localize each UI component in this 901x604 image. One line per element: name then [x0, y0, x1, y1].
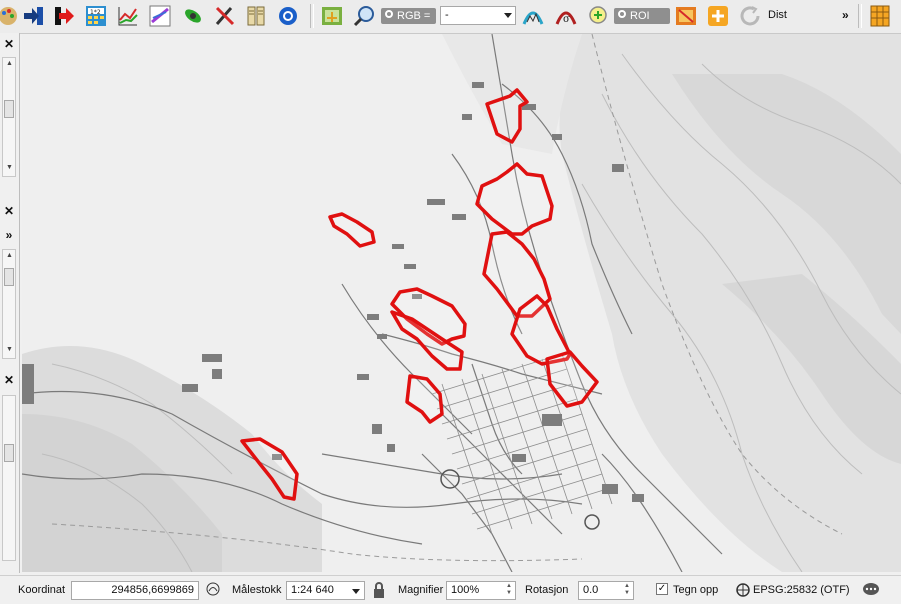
panel-scrollbar[interactable]: ▲ ▼ [2, 57, 16, 177]
chevron-down-icon [352, 589, 360, 594]
message-icon[interactable] [862, 581, 880, 600]
exit-icon[interactable] [52, 4, 76, 28]
coordinate-label: Koordinat [18, 584, 66, 596]
lock-icon[interactable] [372, 581, 386, 602]
zoom-icon[interactable] [352, 4, 376, 28]
rgb-band-select[interactable]: - [440, 6, 516, 25]
move-right-icon[interactable] [22, 4, 46, 28]
panel-scrollbar[interactable] [2, 395, 16, 561]
book-icon[interactable] [244, 4, 268, 28]
rgb-label: RGB = [381, 8, 436, 24]
toolbar-overflow-button[interactable]: » [842, 8, 849, 22]
settings-ring-icon[interactable] [276, 4, 300, 28]
svg-text:σ: σ [563, 14, 570, 25]
mouse-pointer-icon[interactable] [205, 581, 221, 602]
scatter-plot-icon[interactable] [148, 4, 172, 28]
roi-label: ROI [614, 8, 670, 24]
band-combination-icon[interactable] [674, 4, 698, 28]
add-icon[interactable] [706, 4, 730, 28]
panel-scrollbar[interactable]: ▲ ▼ [2, 249, 16, 359]
rotation-spinbox[interactable]: 0.0 ▲ ▼ [578, 581, 634, 600]
magnifier-spinbox[interactable]: 100% ▲ ▼ [446, 581, 516, 600]
spectral-profile-icon[interactable] [521, 4, 545, 28]
refresh-icon[interactable] [738, 4, 762, 28]
paint-palette-icon[interactable] [0, 4, 20, 28]
chevron-down-icon [504, 13, 512, 18]
map-svg[interactable] [22, 34, 901, 572]
magnifier-add-icon[interactable] [586, 4, 610, 28]
table-icon[interactable] [868, 4, 892, 28]
render-label: Tegn opp [673, 584, 719, 596]
signature-icon[interactable]: σ [554, 4, 578, 28]
spinbox-arrows-icon[interactable]: ▲ ▼ [622, 583, 632, 598]
dist-label[interactable]: Dist [768, 9, 787, 21]
expand-panel-button[interactable]: » [2, 228, 16, 242]
svg-text:1*2: 1*2 [90, 9, 101, 16]
graph-icon[interactable] [116, 4, 140, 28]
close-panel-button[interactable]: ✕ [2, 37, 16, 51]
render-checkbox[interactable]: ✓ [656, 583, 668, 595]
calculator-icon[interactable]: 1*2 [84, 4, 108, 28]
magnifier-label: Magnifier [398, 584, 444, 596]
crs-globe-icon[interactable] [735, 582, 751, 601]
crs-label[interactable]: EPSG:25832 (OTF) [753, 584, 850, 596]
rotation-label: Rotasjon [525, 584, 569, 596]
left-dock-panel: ✕ ▲ ▼ ✕ » ▲ ▼ ✕ [0, 33, 20, 573]
scale-label: Målestokk [232, 584, 282, 596]
layers-icon[interactable] [320, 4, 344, 28]
status-bar: Koordinat 294856,6699869 Målestokk 1:24 … [0, 575, 901, 604]
coordinate-field[interactable]: 294856,6699869 [71, 581, 199, 600]
tools-icon[interactable] [213, 4, 237, 28]
main-toolbar: 1*2 RGB = - σ ROI Dist » [0, 0, 901, 34]
scale-select[interactable]: 1:24 640 [286, 581, 365, 600]
map-canvas[interactable] [22, 34, 901, 572]
satellite-icon[interactable] [181, 4, 205, 28]
spinbox-arrows-icon[interactable]: ▲ ▼ [504, 583, 514, 598]
close-panel-button[interactable]: ✕ [2, 204, 16, 218]
close-panel-button[interactable]: ✕ [2, 373, 16, 387]
